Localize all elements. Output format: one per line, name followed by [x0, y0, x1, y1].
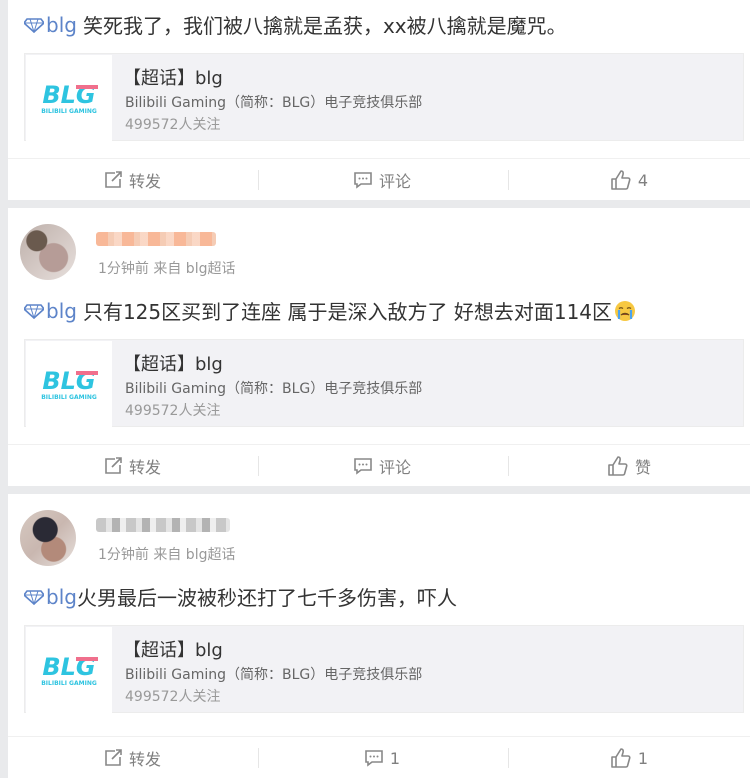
supertopic-share-card[interactable]: BLG BILIBILI GAMING 【超话】blg Bilibili Gam…: [24, 53, 744, 141]
comment-button[interactable]: 评论: [258, 159, 506, 201]
logo-subtext: BILIBILI GAMING: [41, 108, 97, 115]
weibo-feed: blg 笑死我了，我们被八擒就是孟获，xx被八擒就是魔咒。 BLG BILIBI…: [0, 0, 750, 778]
repost-button[interactable]: 转发: [8, 445, 256, 487]
like-count: 1: [637, 748, 649, 768]
post-text: blg 只有125区买到了连座 属于是深入敌方了 好想去对面114区: [24, 296, 636, 325]
username-blurred[interactable]: [96, 518, 230, 532]
comment-label: 评论: [378, 172, 411, 191]
share-description: Bilibili Gaming（简称：BLG）电子竞技俱乐部: [125, 381, 423, 397]
share-title: 【超话】blg: [123, 640, 223, 661]
share-description: Bilibili Gaming（简称：BLG）电子竞技俱乐部: [125, 667, 423, 683]
comment-icon: [354, 172, 372, 189]
share-title: 【超话】blg: [123, 354, 223, 375]
action-bar: 转发 评论 4: [8, 158, 750, 200]
post-text: blg 笑死我了，我们被八擒就是孟获，xx被八擒就是魔咒。: [24, 10, 567, 39]
repost-icon: [105, 457, 122, 474]
post-meta: 1分钟前 来自 blg超话: [98, 261, 236, 277]
repost-button[interactable]: 转发: [8, 737, 256, 778]
post-card: blg 笑死我了，我们被八擒就是孟获，xx被八擒就是魔咒。 BLG BILIBI…: [8, 0, 750, 200]
like-icon: [611, 170, 631, 190]
topic-link[interactable]: blg: [46, 585, 77, 609]
like-count: 4: [637, 170, 649, 190]
like-button[interactable]: 赞: [508, 445, 750, 487]
share-followers: 499572人关注: [125, 689, 221, 705]
supertopic-share-card[interactable]: BLG BILIBILI GAMING 【超话】blg Bilibili Gam…: [24, 625, 744, 713]
post-body: 只有125区买到了连座 属于是深入敌方了 好想去对面114区: [82, 300, 613, 324]
action-bar: 转发 1 1: [8, 736, 750, 778]
blg-logo: BLG BILIBILI GAMING: [26, 341, 112, 427]
blg-logo: BLG BILIBILI GAMING: [26, 627, 112, 713]
repost-icon: [105, 171, 122, 188]
supertopic-share-card[interactable]: BLG BILIBILI GAMING 【超话】blg Bilibili Gam…: [24, 339, 744, 427]
topic-diamond-icon: [24, 589, 44, 605]
like-label: 赞: [634, 458, 651, 477]
topic-link[interactable]: blg: [46, 13, 77, 37]
repost-label: 转发: [128, 172, 161, 191]
repost-button[interactable]: 转发: [8, 159, 256, 201]
comment-count: 1: [389, 748, 401, 768]
post-body: 笑死我了，我们被八擒就是孟获，xx被八擒就是魔咒。: [82, 14, 567, 38]
post-card: 1分钟前 来自 blg超话 blg 只有125区买到了连座 属于是深入敌方了 好…: [8, 208, 750, 486]
like-button[interactable]: 1: [508, 737, 750, 778]
post-body: 火男最后一波被秒还打了七千多伤害，吓人: [76, 586, 457, 610]
blg-logo: BLG BILIBILI GAMING: [26, 55, 112, 141]
like-button[interactable]: 4: [508, 159, 750, 201]
logo-subtext: BILIBILI GAMING: [41, 394, 97, 401]
topic-diamond-icon: [24, 303, 44, 319]
username-blurred[interactable]: [96, 232, 216, 246]
repost-label: 转发: [128, 458, 161, 477]
repost-label: 转发: [128, 750, 161, 769]
logo-subtext: BILIBILI GAMING: [41, 680, 97, 687]
avatar[interactable]: [20, 510, 76, 566]
comment-button[interactable]: 评论: [258, 445, 506, 487]
post-card: 1分钟前 来自 blg超话 blg 火男最后一波被秒还打了七千多伤害，吓人 BL…: [8, 494, 750, 778]
share-followers: 499572人关注: [125, 117, 221, 133]
share-description: Bilibili Gaming（简称：BLG）电子竞技俱乐部: [125, 95, 423, 111]
repost-icon: [105, 749, 122, 766]
topic-link[interactable]: blg: [46, 299, 77, 323]
comment-button[interactable]: 1: [258, 737, 506, 778]
topic-diamond-icon: [24, 17, 44, 33]
crying-emoji-icon: [615, 300, 636, 321]
comment-icon: [365, 750, 383, 767]
share-title: 【超话】blg: [123, 68, 223, 89]
post-meta: 1分钟前 来自 blg超话: [98, 547, 236, 563]
comment-label: 评论: [378, 458, 411, 477]
avatar[interactable]: [20, 224, 76, 280]
comment-icon: [354, 458, 372, 475]
action-bar: 转发 评论 赞: [8, 444, 750, 486]
like-icon: [608, 456, 628, 476]
like-icon: [611, 748, 631, 768]
post-text: blg 火男最后一波被秒还打了七千多伤害，吓人: [24, 582, 457, 611]
share-followers: 499572人关注: [125, 403, 221, 419]
